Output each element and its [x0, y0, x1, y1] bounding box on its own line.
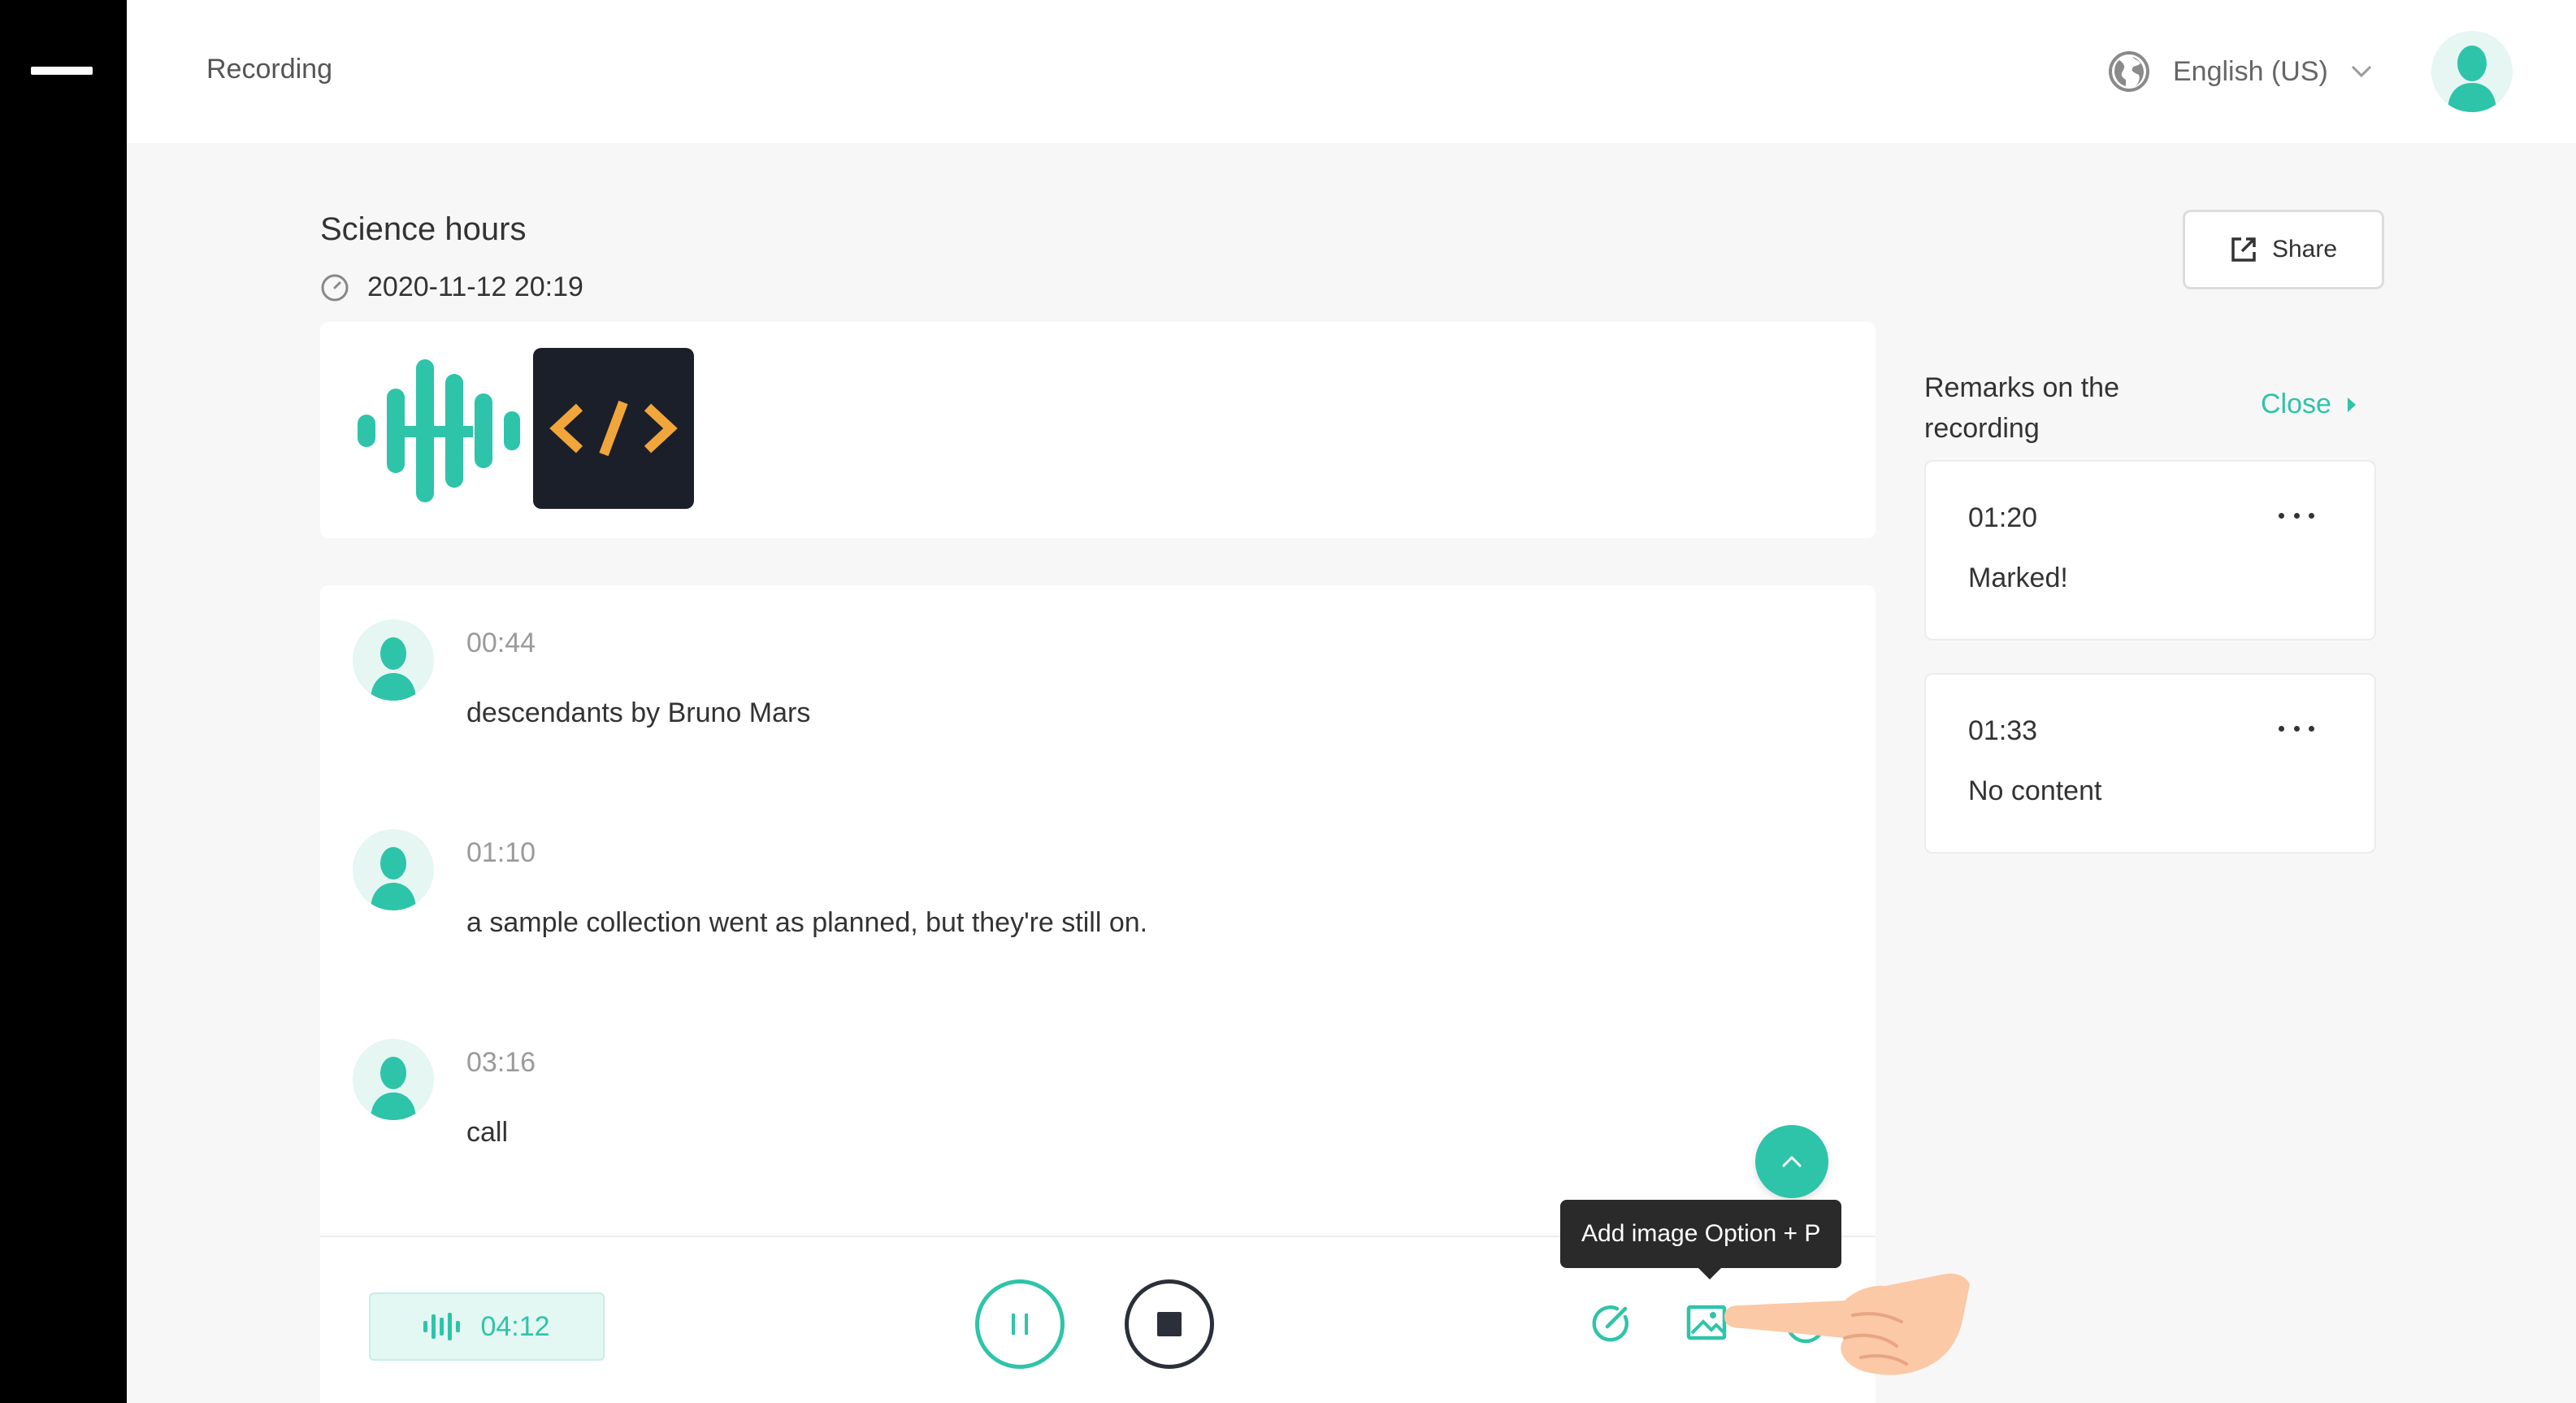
speaker-avatar	[353, 619, 434, 701]
language-selector[interactable]: English (US)	[2108, 47, 2372, 96]
chevron-down-icon	[2351, 65, 2371, 78]
menu-icon[interactable]	[31, 67, 93, 75]
more-options-icon[interactable]	[2279, 720, 2314, 736]
remark-card[interactable]: 01:33 No content	[1924, 673, 2376, 854]
entry-text: call	[466, 1117, 509, 1148]
remark-time: 01:33	[1968, 715, 2038, 746]
user-icon	[371, 1057, 416, 1120]
sidebar	[0, 0, 127, 1403]
entry-time: 01:10	[466, 837, 536, 868]
remark-text: No content	[1968, 775, 2102, 806]
recording-duration: 04:12	[369, 1292, 605, 1361]
pointing-hand-icon	[1724, 1273, 1970, 1375]
code-image[interactable]	[533, 348, 694, 509]
page-title: Recording	[206, 54, 332, 85]
speaker-avatar	[353, 829, 434, 910]
duration-value: 04:12	[480, 1310, 550, 1342]
stop-icon	[1157, 1312, 1182, 1336]
audio-wave-logo	[358, 359, 520, 502]
share-label: Share	[2271, 236, 2338, 263]
recording-datetime: 2020-11-12 20:19	[367, 271, 583, 302]
caret-right-icon	[2347, 397, 2356, 412]
pause-icon	[1012, 1314, 1028, 1335]
remarks-title: Remarks on the recording	[1924, 372, 2119, 444]
globe-icon	[2109, 51, 2149, 92]
remark-time: 01:20	[1968, 502, 2038, 533]
entry-text: a sample collection went as planned, but…	[466, 907, 1148, 938]
remark-card[interactable]: 01:20 Marked!	[1924, 460, 2376, 641]
language-label: English (US)	[2173, 55, 2328, 87]
remarks-close-label: Close	[2261, 389, 2331, 419]
media-card	[320, 322, 1876, 538]
clock-icon	[321, 274, 349, 301]
stop-button[interactable]	[1125, 1279, 1214, 1369]
pause-button[interactable]	[975, 1279, 1065, 1369]
external-link-icon	[2231, 237, 2256, 262]
entry-time: 03:16	[466, 1047, 536, 1078]
edit-mark-icon[interactable]	[1588, 1301, 1633, 1346]
recording-title: Science hours	[320, 211, 527, 247]
code-icon	[549, 400, 678, 457]
scroll-top-button[interactable]	[1755, 1125, 1828, 1198]
entry-text: descendants by Bruno Mars	[466, 697, 811, 728]
speaker-avatar	[353, 1039, 434, 1120]
header: Recording English (US)	[127, 0, 2576, 143]
more-options-icon[interactable]	[2279, 507, 2314, 523]
remark-text: Marked!	[1968, 563, 2068, 593]
user-avatar[interactable]	[2431, 31, 2513, 112]
remarks-close-button[interactable]: Close	[2261, 389, 2357, 420]
user-icon	[371, 847, 416, 910]
waveform-icon	[423, 1313, 461, 1340]
user-icon	[2448, 46, 2496, 112]
add-image-tooltip: Add image Option + P	[1560, 1200, 1842, 1279]
user-icon	[371, 637, 416, 701]
entry-time: 00:44	[466, 628, 536, 658]
recording-date: 2020-11-12 20:19	[320, 271, 583, 303]
chevron-up-icon	[1781, 1155, 1802, 1168]
share-button[interactable]: Share	[2183, 210, 2384, 289]
